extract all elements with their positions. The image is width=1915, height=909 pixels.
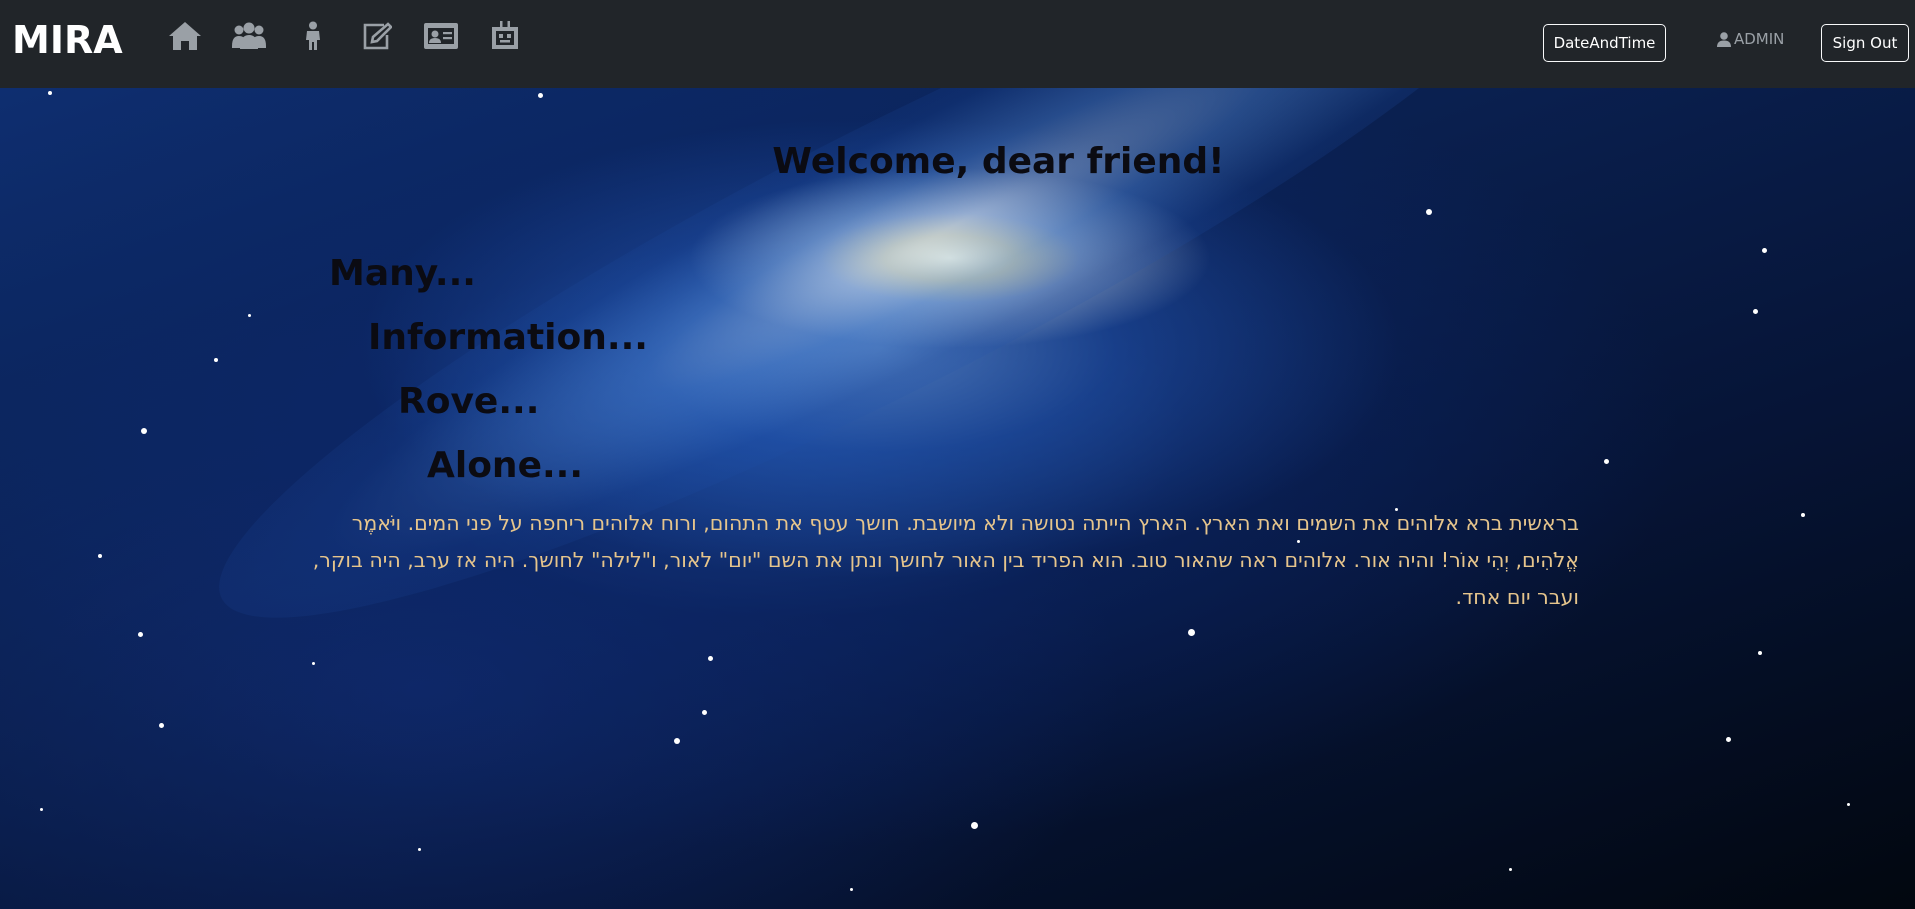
star	[1801, 513, 1805, 517]
robot-icon[interactable]	[486, 18, 524, 54]
user-name-label: ADMIN	[1734, 30, 1785, 48]
star	[48, 91, 52, 95]
star	[1726, 737, 1731, 742]
word-alone: Alone...	[427, 445, 584, 486]
star	[971, 822, 978, 829]
star	[418, 848, 421, 851]
word-information: Information...	[368, 317, 648, 358]
star	[98, 554, 102, 558]
star	[538, 93, 543, 98]
star	[708, 656, 713, 661]
star	[1758, 651, 1762, 655]
star	[1509, 868, 1512, 871]
star	[850, 888, 853, 891]
user-icon	[1717, 31, 1731, 47]
welcome-heading: Welcome, dear friend!	[772, 141, 1225, 182]
id-card-icon[interactable]	[422, 18, 460, 54]
star	[1847, 803, 1850, 806]
star	[214, 358, 218, 362]
star	[674, 738, 680, 744]
star	[1762, 248, 1767, 253]
star	[248, 314, 251, 317]
star	[1604, 459, 1609, 464]
star	[702, 710, 707, 715]
person-icon[interactable]	[294, 18, 332, 54]
brand-logo[interactable]: MIRA	[12, 18, 123, 62]
word-many: Many...	[329, 253, 476, 294]
home-icon[interactable]	[166, 18, 204, 54]
top-navbar: MIRA DateAndTime ADMIN Sign Out	[0, 0, 1915, 88]
star	[312, 662, 315, 665]
nav-icon-bar	[166, 18, 550, 54]
hebrew-paragraph: בראשית ברא אלוהים את השמים ואת הארץ. האר…	[312, 511, 1579, 609]
date-and-time-button[interactable]: DateAndTime	[1543, 24, 1666, 62]
word-rove: Rove...	[398, 381, 540, 422]
star	[141, 428, 147, 434]
edit-icon[interactable]	[358, 18, 396, 54]
star	[1188, 629, 1195, 636]
star	[40, 808, 43, 811]
user-menu[interactable]: ADMIN	[1717, 30, 1784, 48]
star	[138, 632, 143, 637]
star	[159, 723, 164, 728]
star	[1426, 209, 1432, 215]
star	[1753, 309, 1758, 314]
group-icon[interactable]	[230, 18, 268, 54]
sign-out-button[interactable]: Sign Out	[1821, 24, 1909, 62]
space-background	[0, 88, 1915, 909]
